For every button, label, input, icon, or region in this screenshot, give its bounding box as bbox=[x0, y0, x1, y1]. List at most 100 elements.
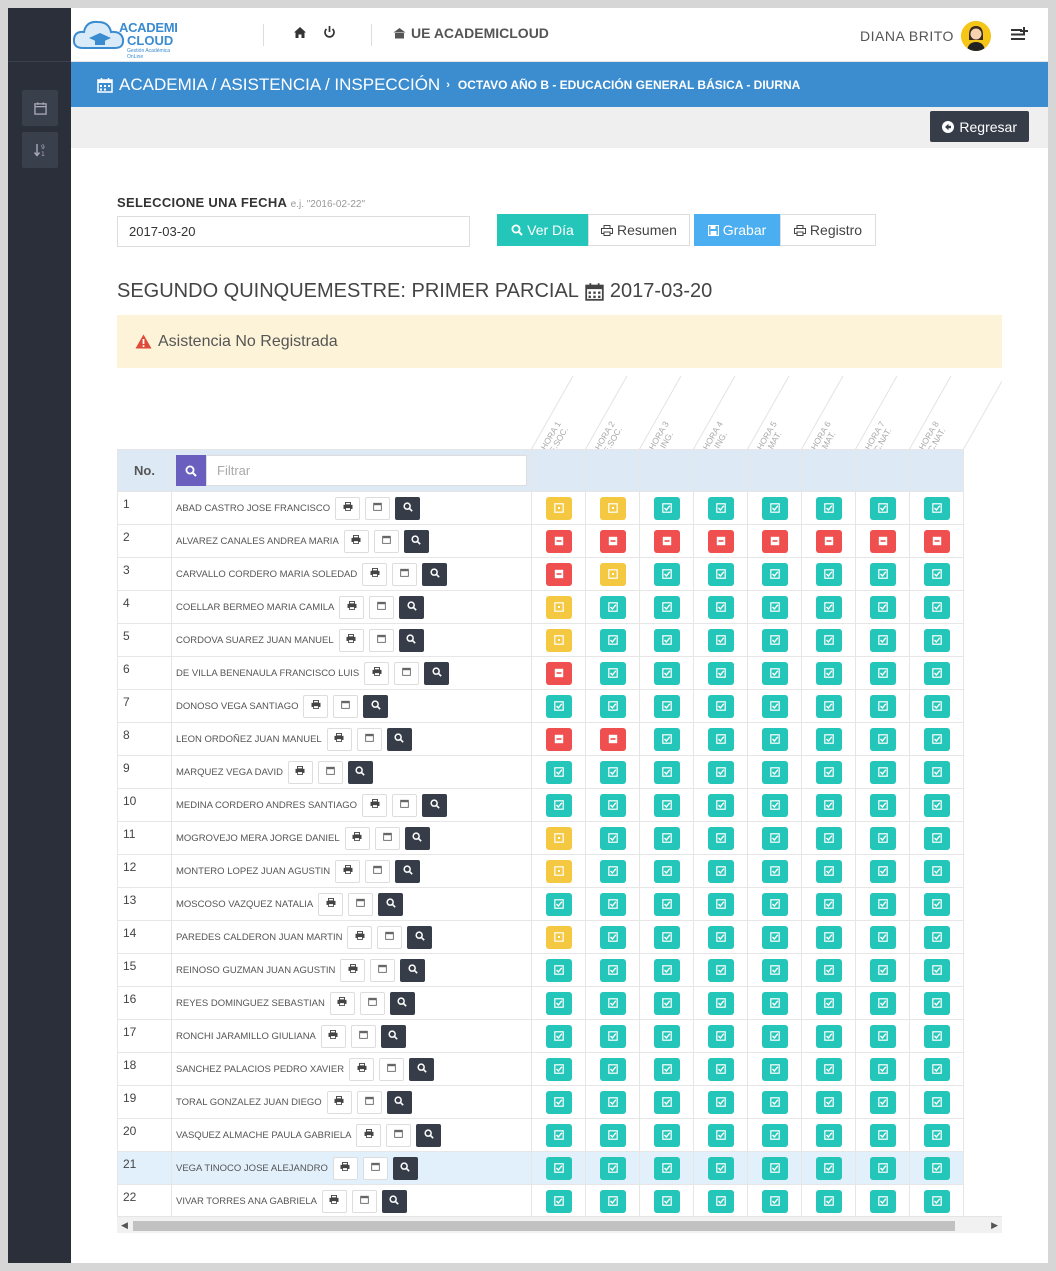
attendance-toggle-hour-3[interactable] bbox=[653, 1057, 680, 1081]
attendance-toggle-hour-1[interactable] bbox=[545, 496, 572, 520]
print-student-button[interactable] bbox=[287, 760, 313, 784]
attendance-toggle-hour-7[interactable] bbox=[869, 661, 896, 685]
attendance-toggle-hour-1[interactable] bbox=[545, 694, 572, 718]
attendance-toggle-hour-7[interactable] bbox=[869, 859, 896, 883]
attendance-toggle-hour-1[interactable] bbox=[545, 991, 572, 1015]
attendance-toggle-hour-6[interactable] bbox=[815, 562, 842, 586]
view-student-button[interactable] bbox=[380, 1024, 406, 1048]
attendance-toggle-hour-3[interactable] bbox=[653, 1024, 680, 1048]
attendance-toggle-hour-1[interactable] bbox=[545, 925, 572, 949]
attendance-toggle-hour-1[interactable] bbox=[545, 1090, 572, 1114]
attendance-toggle-hour-4[interactable] bbox=[707, 1123, 734, 1147]
attendance-toggle-hour-6[interactable] bbox=[815, 595, 842, 619]
attendance-toggle-hour-8[interactable] bbox=[923, 991, 950, 1015]
sidebar-calendar-button[interactable] bbox=[22, 90, 58, 126]
attendance-toggle-hour-6[interactable] bbox=[815, 793, 842, 817]
view-student-button[interactable] bbox=[422, 793, 448, 817]
attendance-toggle-hour-7[interactable] bbox=[869, 958, 896, 982]
view-student-button[interactable] bbox=[403, 529, 429, 553]
attendance-toggle-hour-1[interactable] bbox=[545, 727, 572, 751]
attendance-toggle-hour-3[interactable] bbox=[653, 727, 680, 751]
attendance-toggle-hour-6[interactable] bbox=[815, 1156, 842, 1180]
attendance-toggle-hour-7[interactable] bbox=[869, 892, 896, 916]
home-icon[interactable] bbox=[293, 26, 307, 44]
academicloud-logo[interactable]: ACADEMI CLOUD Gestión Académica OnLine bbox=[71, 14, 181, 60]
attendance-toggle-hour-2[interactable] bbox=[599, 1123, 626, 1147]
attendance-toggle-hour-2[interactable] bbox=[599, 760, 626, 784]
attendance-toggle-hour-4[interactable] bbox=[707, 793, 734, 817]
attendance-toggle-hour-2[interactable] bbox=[599, 727, 626, 751]
print-student-button[interactable] bbox=[362, 562, 388, 586]
attendance-toggle-hour-3[interactable] bbox=[653, 496, 680, 520]
attendance-toggle-hour-6[interactable] bbox=[815, 628, 842, 652]
attendance-toggle-hour-3[interactable] bbox=[653, 1156, 680, 1180]
attendance-toggle-hour-1[interactable] bbox=[545, 595, 572, 619]
attendance-toggle-hour-6[interactable] bbox=[815, 1057, 842, 1081]
attendance-toggle-hour-4[interactable] bbox=[707, 826, 734, 850]
attendance-toggle-hour-4[interactable] bbox=[707, 1024, 734, 1048]
attendance-toggle-hour-1[interactable] bbox=[545, 1189, 572, 1213]
attendance-toggle-hour-5[interactable] bbox=[761, 892, 788, 916]
attendance-toggle-hour-6[interactable] bbox=[815, 1090, 842, 1114]
attendance-toggle-hour-3[interactable] bbox=[653, 892, 680, 916]
print-student-button[interactable] bbox=[338, 628, 364, 652]
student-calendar-button[interactable] bbox=[365, 496, 391, 520]
student-calendar-button[interactable] bbox=[362, 1156, 388, 1180]
attendance-toggle-hour-2[interactable] bbox=[599, 529, 626, 553]
attendance-toggle-hour-7[interactable] bbox=[869, 496, 896, 520]
attendance-toggle-hour-3[interactable] bbox=[653, 562, 680, 586]
attendance-toggle-hour-1[interactable] bbox=[545, 793, 572, 817]
attendance-toggle-hour-7[interactable] bbox=[869, 760, 896, 784]
attendance-toggle-hour-3[interactable] bbox=[653, 925, 680, 949]
attendance-toggle-hour-6[interactable] bbox=[815, 1123, 842, 1147]
student-calendar-button[interactable] bbox=[368, 628, 394, 652]
attendance-toggle-hour-7[interactable] bbox=[869, 1057, 896, 1081]
attendance-toggle-hour-3[interactable] bbox=[653, 826, 680, 850]
attendance-toggle-hour-5[interactable] bbox=[761, 760, 788, 784]
attendance-toggle-hour-4[interactable] bbox=[707, 1156, 734, 1180]
attendance-toggle-hour-1[interactable] bbox=[545, 958, 572, 982]
view-student-button[interactable] bbox=[378, 892, 404, 916]
student-calendar-button[interactable] bbox=[350, 1024, 376, 1048]
attendance-toggle-hour-5[interactable] bbox=[761, 925, 788, 949]
print-student-button[interactable] bbox=[326, 727, 352, 751]
attendance-toggle-hour-2[interactable] bbox=[599, 1024, 626, 1048]
institution-brand[interactable]: UE ACADEMICLOUD bbox=[393, 25, 549, 41]
attendance-toggle-hour-5[interactable] bbox=[761, 694, 788, 718]
attendance-toggle-hour-1[interactable] bbox=[545, 1057, 572, 1081]
student-calendar-button[interactable] bbox=[386, 1123, 412, 1147]
attendance-toggle-hour-7[interactable] bbox=[869, 628, 896, 652]
attendance-toggle-hour-2[interactable] bbox=[599, 694, 626, 718]
attendance-toggle-hour-8[interactable] bbox=[923, 1156, 950, 1180]
view-student-button[interactable] bbox=[386, 727, 412, 751]
attendance-toggle-hour-6[interactable] bbox=[815, 826, 842, 850]
attendance-toggle-hour-5[interactable] bbox=[761, 826, 788, 850]
attendance-toggle-hour-2[interactable] bbox=[599, 1156, 626, 1180]
attendance-toggle-hour-2[interactable] bbox=[599, 793, 626, 817]
ver-dia-button[interactable]: Ver Día bbox=[497, 214, 588, 246]
attendance-toggle-hour-5[interactable] bbox=[761, 1123, 788, 1147]
attendance-toggle-hour-8[interactable] bbox=[923, 826, 950, 850]
student-calendar-button[interactable] bbox=[333, 694, 359, 718]
attendance-toggle-hour-7[interactable] bbox=[869, 1156, 896, 1180]
attendance-toggle-hour-7[interactable] bbox=[869, 1189, 896, 1213]
view-student-button[interactable] bbox=[363, 694, 389, 718]
grabar-button[interactable]: Grabar bbox=[694, 214, 780, 246]
attendance-toggle-hour-6[interactable] bbox=[815, 1189, 842, 1213]
resumen-button[interactable]: Resumen bbox=[588, 214, 690, 246]
student-calendar-button[interactable] bbox=[369, 595, 395, 619]
view-student-button[interactable] bbox=[392, 1156, 418, 1180]
attendance-toggle-hour-1[interactable] bbox=[545, 562, 572, 586]
sidebar-sort-button[interactable]: 91 bbox=[22, 132, 58, 168]
attendance-toggle-hour-1[interactable] bbox=[545, 826, 572, 850]
print-student-button[interactable] bbox=[343, 529, 369, 553]
student-calendar-button[interactable] bbox=[373, 529, 399, 553]
view-student-button[interactable] bbox=[386, 1090, 412, 1114]
attendance-toggle-hour-3[interactable] bbox=[653, 991, 680, 1015]
scroll-thumb[interactable] bbox=[133, 1221, 955, 1231]
attendance-toggle-hour-8[interactable] bbox=[923, 793, 950, 817]
attendance-toggle-hour-5[interactable] bbox=[761, 496, 788, 520]
attendance-toggle-hour-6[interactable] bbox=[815, 1024, 842, 1048]
attendance-toggle-hour-3[interactable] bbox=[653, 1090, 680, 1114]
attendance-toggle-hour-5[interactable] bbox=[761, 1057, 788, 1081]
